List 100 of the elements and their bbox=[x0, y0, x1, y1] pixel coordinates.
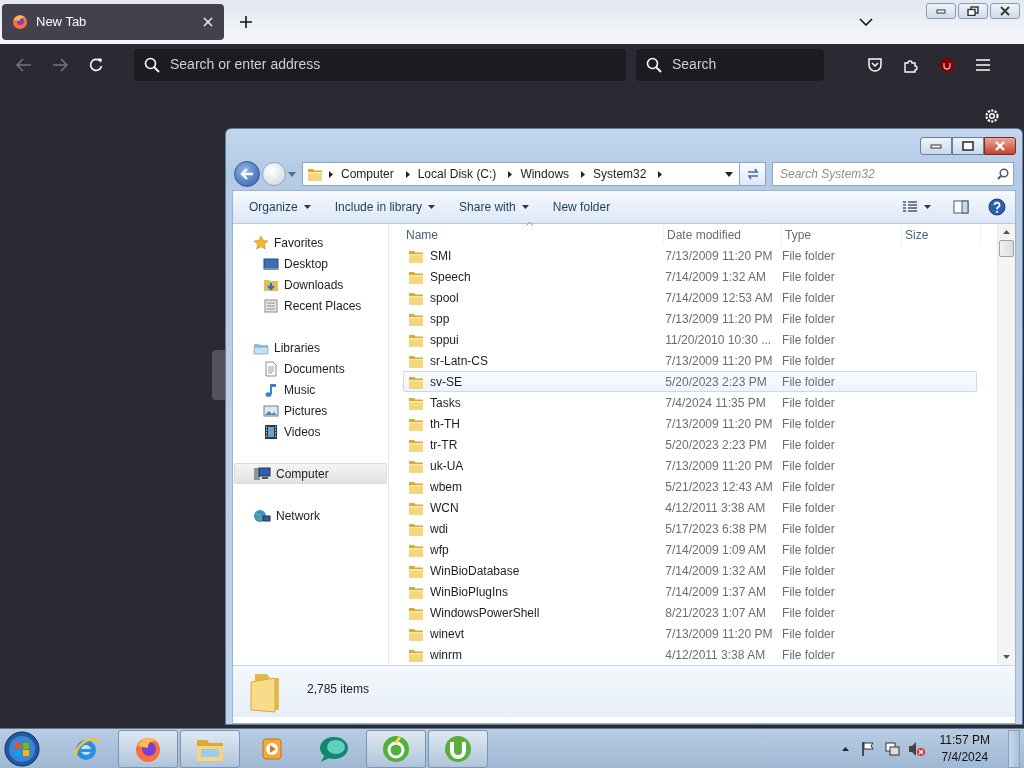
navigation-item[interactable]: Desktop bbox=[234, 253, 387, 274]
file-name: winrm bbox=[430, 646, 462, 664]
file-row[interactable]: wfp 7/14/2009 1:09 AM File folder bbox=[403, 539, 977, 560]
shield-icon bbox=[867, 56, 883, 73]
date-cell-text: 7/13/2009 11:20 PM bbox=[664, 457, 774, 475]
file-row[interactable]: WindowsPowerShell 8/21/2023 1:07 AM File folder bbox=[403, 602, 977, 623]
file-row[interactable]: WinBioDatabase 7/14/2009 1:32 AM File folder bbox=[403, 560, 977, 581]
file-name: Speech bbox=[430, 268, 471, 286]
file-row[interactable]: sppui 11/20/2010 10:30 ... File folder bbox=[403, 329, 977, 350]
breadcrumb-item[interactable]: Local Disk (C:) bbox=[411, 165, 503, 183]
type-cell-text: File folder bbox=[781, 394, 836, 412]
type-cell-text: File folder bbox=[781, 268, 836, 286]
column-header[interactable]: Date modified bbox=[664, 224, 782, 245]
search-field[interactable]: Search System32 bbox=[772, 162, 1014, 186]
address-field[interactable]: Search or enter address bbox=[134, 48, 626, 81]
browser-tab[interactable]: New Tab bbox=[2, 4, 224, 40]
close-icon bbox=[994, 141, 1006, 151]
file-row[interactable]: wbem 5/21/2023 12:43 AM File folder bbox=[403, 476, 977, 497]
breadcrumb-item[interactable]: Windows bbox=[514, 165, 576, 183]
restore-button[interactable] bbox=[958, 3, 988, 19]
maximize-icon bbox=[962, 141, 974, 151]
file-name: sr-Latn-CS bbox=[430, 352, 488, 370]
clock-date: 7/4/2024 bbox=[941, 748, 989, 766]
desktop-icon bbox=[263, 255, 279, 272]
file-name: wdi bbox=[430, 520, 448, 538]
file-name: WCN bbox=[430, 499, 459, 517]
file-row[interactable]: th-TH 7/13/2009 11:20 PM File folder bbox=[403, 413, 977, 434]
type-cell-text: File folder bbox=[781, 415, 836, 433]
taskbar-button[interactable] bbox=[118, 729, 178, 768]
column-header[interactable]: Size bbox=[902, 224, 981, 245]
date-cell-text: 4/12/2011 3:38 AM bbox=[664, 646, 767, 664]
close-button[interactable] bbox=[990, 3, 1020, 19]
date-cell-text: 11/20/2010 10:30 ... bbox=[664, 331, 773, 349]
file-row[interactable]: winevt 7/13/2009 11:20 PM File folder bbox=[403, 623, 977, 644]
help-button[interactable] bbox=[985, 195, 1009, 219]
scrollbar[interactable] bbox=[997, 224, 1015, 665]
file-name: winevt bbox=[430, 625, 464, 643]
back-button[interactable] bbox=[234, 161, 260, 187]
address-bar[interactable]: Computer Local Disk (C:) Windows System32 bbox=[302, 162, 740, 186]
caret-icon bbox=[521, 205, 529, 209]
navigation-item[interactable]: Libraries bbox=[234, 337, 387, 358]
file-row[interactable]: sr-Latn-CS 7/13/2009 11:20 PM File folder bbox=[403, 350, 977, 371]
search-icon bbox=[144, 56, 160, 73]
column-header[interactable]: Name bbox=[403, 224, 664, 245]
file-row[interactable]: uk-UA 7/13/2009 11:20 PM File folder bbox=[403, 455, 977, 476]
toolbar-button[interactable]: Include in library bbox=[324, 195, 446, 219]
type-cell-text: File folder bbox=[781, 562, 836, 580]
date-cell-text: 5/20/2023 2:23 PM bbox=[664, 436, 768, 454]
close-icon bbox=[203, 17, 213, 27]
clock[interactable]: 11:57 PM 7/4/2024 bbox=[933, 731, 1000, 766]
taskbar-button[interactable] bbox=[366, 729, 426, 768]
date-cell-text: 8/21/2023 1:07 AM bbox=[664, 604, 768, 622]
type-cell-text: File folder bbox=[781, 457, 836, 475]
breadcrumb-item[interactable]: System32 bbox=[587, 165, 653, 183]
file-row[interactable]: Tasks 7/4/2024 11:35 PM File folder bbox=[403, 392, 977, 413]
file-name: uk-UA bbox=[430, 457, 464, 475]
date-cell-text: 5/21/2023 12:43 AM bbox=[664, 478, 774, 496]
navigation-item[interactable]: Videos bbox=[234, 421, 387, 442]
file-row[interactable]: spool 7/14/2009 12:53 AM File folder bbox=[403, 287, 977, 308]
file-row[interactable]: SMI 7/13/2009 11:20 PM File folder bbox=[403, 245, 977, 266]
close-button[interactable] bbox=[984, 137, 1016, 155]
file-row[interactable]: winrm 4/12/2011 3:38 AM File folder bbox=[403, 644, 977, 665]
settings-icon bbox=[983, 107, 1001, 125]
column-header[interactable]: Type bbox=[782, 224, 902, 245]
file-row[interactable]: sv-SE 5/20/2023 2:23 PM File folder bbox=[403, 371, 977, 392]
date-cell-text: 7/14/2009 12:53 AM bbox=[664, 289, 774, 307]
search-icon bbox=[646, 56, 662, 73]
navigation-item[interactable]: Computer bbox=[234, 463, 387, 484]
navigation-item[interactable]: Recent Places bbox=[234, 295, 387, 316]
navigation-item[interactable]: Pictures bbox=[234, 400, 387, 421]
file-row[interactable]: tr-TR 5/20/2023 2:23 PM File folder bbox=[403, 434, 977, 455]
toolbar-button[interactable]: New folder bbox=[542, 195, 621, 219]
breadcrumb-item[interactable]: Computer bbox=[335, 165, 400, 183]
navigation-item[interactable]: Network bbox=[234, 505, 387, 526]
file-row[interactable]: wdi 5/17/2023 6:38 PM File folder bbox=[403, 518, 977, 539]
type-cell-text: File folder bbox=[781, 352, 836, 370]
navigation-item[interactable]: Documents bbox=[234, 358, 387, 379]
scroll-down-icon bbox=[1003, 655, 1010, 659]
plus-icon bbox=[239, 15, 253, 29]
toolbar-button[interactable]: Share with bbox=[449, 195, 539, 219]
navigation-item[interactable]: Favorites bbox=[234, 232, 387, 253]
star-icon bbox=[253, 234, 269, 251]
file-row[interactable]: Speech 7/14/2009 1:32 AM File folder bbox=[403, 266, 977, 287]
search-field[interactable]: Search bbox=[636, 48, 824, 81]
scroll-thumb[interactable] bbox=[999, 240, 1014, 257]
navigation-item[interactable]: Music bbox=[234, 379, 387, 400]
taskbar-button[interactable] bbox=[428, 729, 488, 768]
date-cell-text: 5/17/2023 6:38 PM bbox=[664, 520, 768, 538]
date-cell-text: 7/13/2009 11:20 PM bbox=[664, 310, 774, 328]
file-name: tr-TR bbox=[430, 436, 458, 454]
maximize-button[interactable] bbox=[952, 137, 984, 155]
file-row[interactable]: spp 7/13/2009 11:20 PM File folder bbox=[403, 308, 977, 329]
file-row[interactable]: WinBioPlugIns 7/14/2009 1:37 AM File folder bbox=[403, 581, 977, 602]
file-name: th-TH bbox=[430, 415, 460, 433]
navigation-item[interactable]: Downloads bbox=[234, 274, 387, 295]
date-cell-text: 7/14/2009 1:09 AM bbox=[664, 541, 768, 559]
taskbar-button[interactable] bbox=[180, 729, 240, 768]
file-row[interactable]: WCN 4/12/2011 3:38 AM File folder bbox=[403, 497, 977, 518]
minimize-button[interactable] bbox=[920, 137, 952, 155]
toolbar-button[interactable]: Organize bbox=[239, 195, 321, 219]
